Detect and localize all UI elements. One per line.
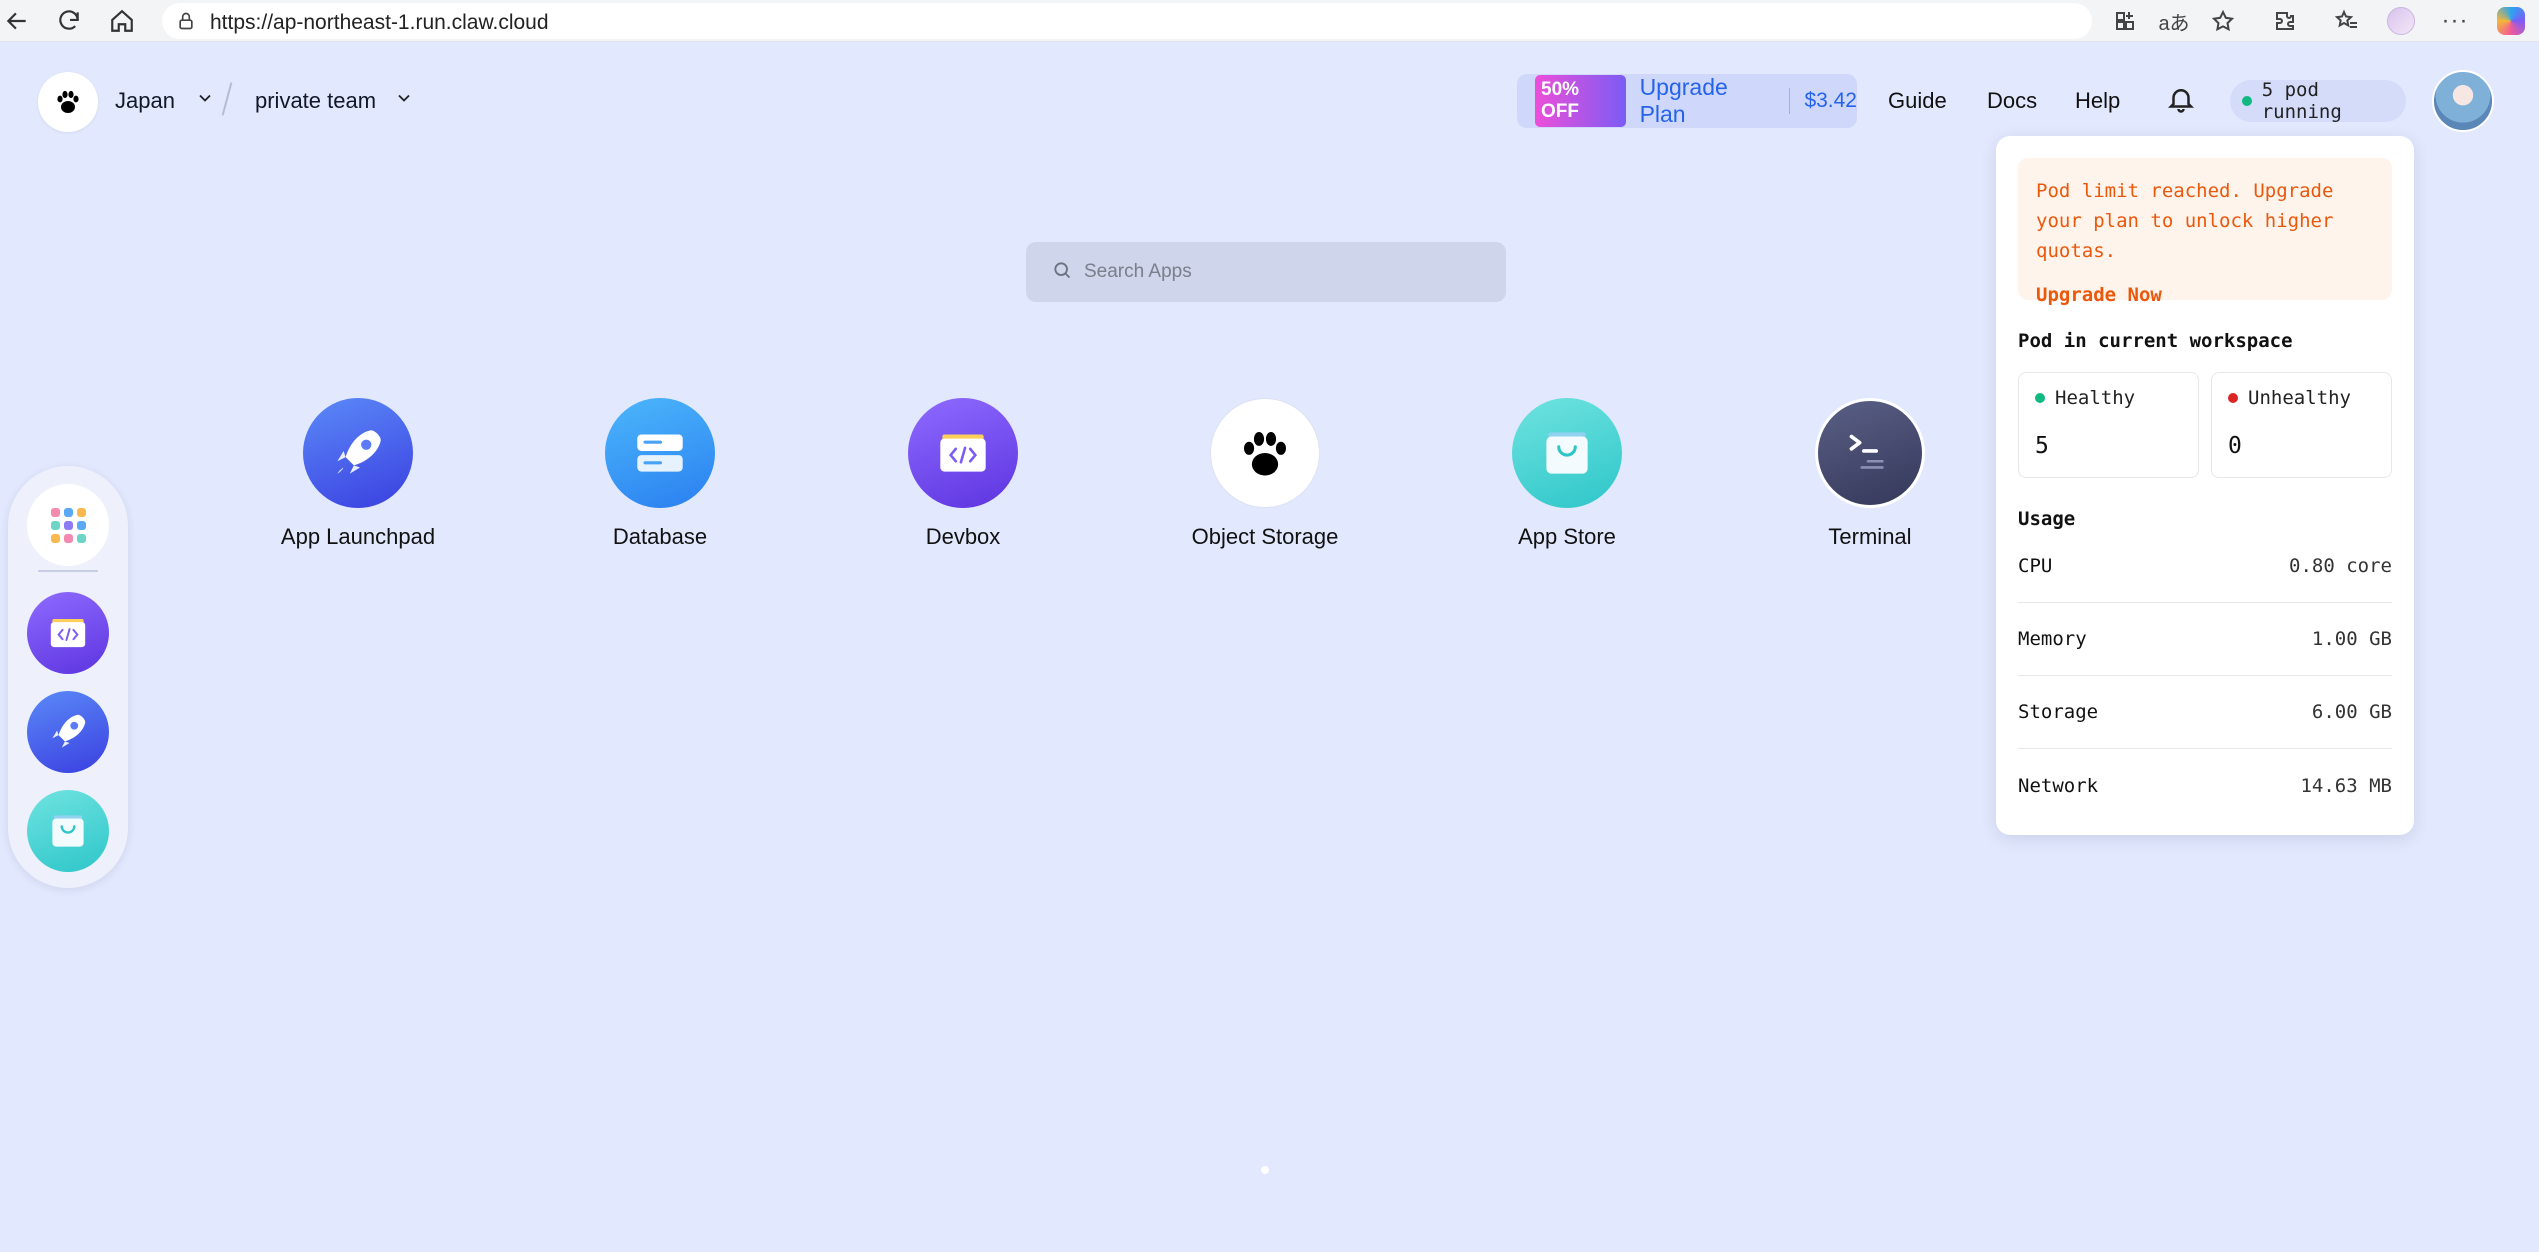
database-icon — [605, 398, 715, 508]
usage-row-memory: Memory 1.00 GB — [2018, 603, 2392, 676]
usage-row-network: Network 14.63 MB — [2018, 749, 2392, 822]
unhealthy-stat: Unhealthy 0 — [2211, 372, 2392, 478]
app-available-icon[interactable] — [2108, 4, 2142, 38]
profile-icon[interactable] — [2384, 4, 2418, 38]
usage-row-cpu: CPU 0.80 core — [2018, 530, 2392, 603]
app-label: App Store — [1518, 524, 1616, 549]
translate-icon[interactable]: aあ — [2157, 4, 2191, 38]
healthy-dot — [2035, 393, 2045, 403]
warning-text: Pod limit reached. Upgrade your plan to … — [2036, 180, 2334, 262]
app-database[interactable]: Database — [550, 398, 770, 550]
app-label: Database — [612, 524, 708, 549]
usage-row-storage: Storage 6.00 GB — [2018, 676, 2392, 749]
notification-bell-icon[interactable] — [2166, 84, 2196, 114]
healthy-stat: Healthy 5 — [2018, 372, 2199, 478]
search-input[interactable] — [1084, 261, 1484, 283]
shopping-bag-icon — [1512, 398, 1622, 508]
copilot-icon[interactable] — [2494, 4, 2528, 38]
chevron-down-icon — [394, 88, 414, 114]
search-bar[interactable] — [1026, 242, 1506, 302]
reload-icon[interactable] — [52, 4, 86, 38]
app-label: Terminal — [1828, 524, 1912, 549]
url-text: https://ap-northeast-1.run.claw.cloud — [210, 11, 549, 34]
pod-limit-warning: Pod limit reached. Upgrade your plan to … — [2018, 158, 2392, 306]
page-indicator-dot[interactable] — [1261, 1166, 1269, 1174]
browser-toolbar: https://ap-northeast-1.run.claw.cloud aあ… — [0, 0, 2539, 42]
home-icon[interactable] — [105, 4, 139, 38]
usage-value: 14.63 MB — [2300, 774, 2392, 797]
user-avatar[interactable] — [2432, 70, 2494, 132]
rocket-icon — [303, 398, 413, 508]
dock-divider — [38, 570, 98, 572]
pod-status-text: 5 pod running — [2261, 79, 2342, 123]
app-terminal[interactable]: Terminal — [1760, 398, 1980, 550]
usage-value: 0.80 core — [2289, 555, 2392, 577]
apps-grid-icon[interactable] — [27, 484, 109, 566]
workspace-title: Pod in current workspace — [2018, 330, 2293, 352]
pod-status-pill[interactable]: 5 pod running — [2230, 79, 2406, 123]
usage-title: Usage — [2018, 508, 2076, 530]
region-label: Japan — [115, 88, 175, 113]
back-icon[interactable] — [0, 4, 34, 38]
unhealthy-count: 0 — [2228, 433, 2242, 459]
app-launchpad[interactable]: App Launchpad — [248, 398, 468, 550]
upgrade-plan-label: Upgrade Plan — [1639, 74, 1728, 127]
devbox-icon — [908, 398, 1018, 508]
upgrade-plan-button[interactable]: 50% OFF Upgrade Plan $3.42 — [1517, 74, 1857, 128]
region-selector[interactable]: Japan — [115, 88, 215, 114]
paw-icon — [57, 90, 79, 113]
app-label: Devbox — [925, 524, 1001, 549]
app-dock — [8, 466, 128, 888]
unhealthy-label: Unhealthy — [2248, 387, 2351, 409]
app-object-storage[interactable]: Object Storage — [1155, 398, 1375, 550]
search-icon — [1052, 260, 1072, 285]
running-status-dot — [2242, 96, 2252, 106]
shopping-bag-icon[interactable] — [27, 790, 109, 872]
app-label: App Launchpad — [280, 524, 436, 549]
app-store[interactable]: App Store — [1457, 398, 1677, 550]
usage-name: Memory — [2018, 628, 2087, 650]
favorites-list-icon[interactable] — [2330, 4, 2364, 38]
pod-status-popover: Pod limit reached. Upgrade your plan to … — [1996, 136, 2414, 835]
favorite-star-icon[interactable] — [2206, 4, 2240, 38]
terminal-icon — [1815, 398, 1925, 508]
discount-badge: 50% OFF — [1535, 75, 1626, 127]
help-link[interactable]: Help — [2075, 88, 2120, 114]
usage-value: 6.00 GB — [2311, 701, 2392, 723]
upgrade-now-link[interactable]: Upgrade Now — [2036, 284, 2374, 306]
breadcrumb-separator — [221, 82, 233, 116]
usage-name: CPU — [2018, 555, 2053, 577]
team-label: private team — [255, 88, 377, 113]
healthy-count: 5 — [2035, 433, 2049, 459]
app-label: Object Storage — [1191, 524, 1339, 549]
more-options-icon[interactable]: ··· — [2438, 4, 2472, 38]
rocket-icon[interactable] — [27, 691, 109, 773]
guide-link[interactable]: Guide — [1888, 88, 1947, 114]
paw-icon — [1210, 398, 1320, 508]
devbox-icon[interactable] — [27, 592, 109, 674]
healthy-label: Healthy — [2055, 387, 2136, 409]
divider — [1789, 88, 1791, 114]
usage-name: Network — [2018, 774, 2099, 797]
address-bar[interactable]: https://ap-northeast-1.run.claw.cloud — [162, 3, 2092, 39]
usage-value: 1.00 GB — [2311, 628, 2392, 650]
lock-icon — [176, 11, 196, 31]
claw-logo[interactable] — [38, 72, 98, 132]
usage-name: Storage — [2018, 701, 2099, 723]
extensions-icon[interactable] — [2268, 4, 2302, 38]
team-selector[interactable]: private team — [255, 88, 414, 114]
unhealthy-dot — [2228, 393, 2238, 403]
upgrade-price: $3.42 — [1804, 89, 1857, 112]
docs-link[interactable]: Docs — [1987, 88, 2037, 114]
app-devbox[interactable]: Devbox — [853, 398, 1073, 550]
chevron-down-icon — [195, 88, 215, 114]
